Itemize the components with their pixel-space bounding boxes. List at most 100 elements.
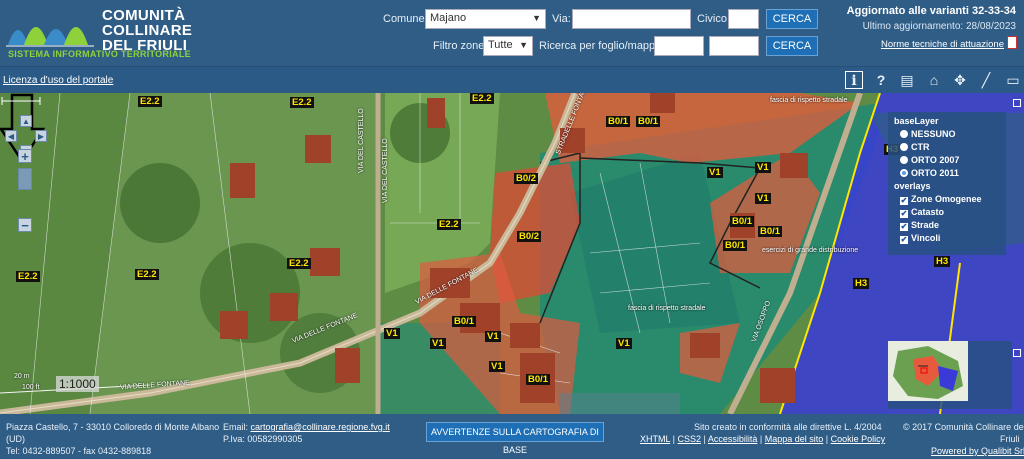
licenza-link[interactable]: Licenza d'uso del portale <box>3 75 113 86</box>
logo-icon <box>6 27 94 47</box>
overview-toggle[interactable] <box>1013 349 1021 357</box>
radio-selected-icon[interactable] <box>900 169 908 177</box>
radio-icon[interactable] <box>900 156 908 164</box>
filtro-select[interactable]: Tutte ▼ <box>483 36 533 56</box>
email-link[interactable]: cartografia@collinare.regione.fvg.it <box>251 422 390 432</box>
comune-value: Majano <box>430 12 467 24</box>
footer-address-province: (UD) <box>6 434 25 444</box>
zone-label: B0/1 <box>452 316 477 327</box>
zone-label: E2.2 <box>287 258 311 269</box>
zoom-slider[interactable] <box>18 168 32 190</box>
zone-label: H3 <box>934 256 951 267</box>
road-label: VIA DEL CASTELLO <box>382 138 389 203</box>
comune-select[interactable]: Majano ▼ <box>425 9 546 29</box>
cerca-mappale-button[interactable]: CERCA <box>766 36 818 56</box>
overlay-label: Strade <box>911 220 940 230</box>
zone-label: E2.2 <box>135 269 159 280</box>
base-layer-label: NESSUNO <box>911 129 956 139</box>
zone-label: B0/1 <box>758 226 783 237</box>
base-layer-title: baseLayer <box>894 116 939 126</box>
header: COMUNITÀ COLLINARE DEL FRIULI SISTEMA IN… <box>0 0 1024 66</box>
zoom-in-button[interactable]: + <box>18 149 32 163</box>
overlay-option[interactable]: ✔ Zone Omogenee <box>894 193 1000 206</box>
footer-phone: Tel: 0432-889507 - fax 0432-889818 <box>6 446 152 456</box>
zone-label: V1 <box>755 162 771 173</box>
pan-icon[interactable]: ✥ <box>951 71 969 89</box>
info-icon[interactable]: i <box>845 71 863 89</box>
scale-ratio: 1:1000 <box>56 376 99 392</box>
powered-link[interactable]: Powered by Qualibit Srl <box>931 446 1024 456</box>
print-icon[interactable]: ▤ <box>898 71 916 89</box>
update-date: Ultimo aggiornamento: 28/08/2023 <box>862 21 1016 32</box>
footer-address: Piazza Castello, 7 - 33010 Colloredo di … <box>6 422 220 432</box>
norme-link[interactable]: Norme tecniche di attuazione <box>881 39 1004 50</box>
via-input[interactable] <box>572 9 691 29</box>
avvertenze-button[interactable]: AVVERTENZE SULLA CARTOGRAFIA DI BASE <box>426 422 604 455</box>
logo[interactable]: COMUNITÀ COLLINARE DEL FRIULI SISTEMA IN… <box>6 5 192 61</box>
via-label: Via: <box>552 13 571 25</box>
radio-icon[interactable] <box>900 143 908 151</box>
chevron-down-icon: ▼ <box>532 13 541 23</box>
clear-icon[interactable]: ▭ <box>1004 71 1022 89</box>
pan-left-icon[interactable]: ◀ <box>5 130 17 142</box>
comune-label: Comune: <box>383 13 428 25</box>
overlay-option[interactable]: ✔ Catasto <box>894 206 1000 219</box>
scale-feet: 100 ft <box>22 384 40 391</box>
home-icon[interactable]: ⌂ <box>925 71 943 89</box>
help-icon[interactable]: ? <box>872 71 890 89</box>
checkbox-checked-icon[interactable]: ✔ <box>900 197 908 205</box>
css2-link[interactable]: CSS2 <box>678 434 702 444</box>
pdf-icon[interactable] <box>1007 36 1017 49</box>
base-layer-option[interactable]: ORTO 2011 <box>894 167 1000 180</box>
base-layer-option[interactable]: CTR <box>894 141 1000 154</box>
zone-label: H3 <box>853 278 870 289</box>
overlay-option[interactable]: ✔ Vincoli <box>894 232 1000 245</box>
road-label: VIA DEL CASTELLO <box>358 108 365 173</box>
radio-icon[interactable] <box>900 130 908 138</box>
overview-map[interactable] <box>888 341 1012 409</box>
checkbox-checked-icon[interactable]: ✔ <box>900 236 908 244</box>
zone-label: E2.2 <box>138 96 162 107</box>
measure-icon[interactable]: ╱ <box>977 71 995 89</box>
zone-label: B0/2 <box>514 173 539 184</box>
footer-copyright-friuli: Friuli <box>1000 434 1020 444</box>
zone-label: V1 <box>616 338 632 349</box>
logo-title-line2: COLLINARE <box>102 22 193 39</box>
pan-right-icon[interactable]: ▶ <box>35 130 47 142</box>
zone-label: B0/1 <box>636 116 661 127</box>
footer-links: XHTML | CSS2 | Accessibilità | Mappa del… <box>640 434 886 444</box>
logo-title: COMUNITÀ COLLINARE DEL FRIULI <box>102 8 192 53</box>
checkbox-checked-icon[interactable]: ✔ <box>900 210 908 218</box>
base-layer-option[interactable]: NESSUNO <box>894 128 1000 141</box>
cerca-indirizzo-button[interactable]: CERCA <box>766 9 818 29</box>
mappa-sito-link[interactable]: Mappa del sito <box>765 434 824 444</box>
email-label: Email: <box>223 422 249 432</box>
zone-label: V1 <box>384 328 400 339</box>
ricerca-label: Ricerca per foglio/mappale <box>539 40 670 52</box>
layer-switcher-toggle[interactable] <box>1013 99 1021 107</box>
xhtml-link[interactable]: XHTML <box>640 434 670 444</box>
base-layer-option[interactable]: ORTO 2007 <box>894 154 1000 167</box>
checkbox-checked-icon[interactable]: ✔ <box>900 223 908 231</box>
base-layer-label: ORTO 2011 <box>911 168 959 178</box>
overlay-option[interactable]: ✔ Strade <box>894 219 1000 232</box>
zone-label: B0/1 <box>730 216 755 227</box>
zone-label: B0/1 <box>606 116 631 127</box>
civico-input[interactable] <box>728 9 759 29</box>
mappale-input[interactable] <box>709 36 759 56</box>
road-label: esercizi di grande distribuzione <box>762 247 859 254</box>
chevron-down-icon: ▼ <box>519 40 528 50</box>
road-label: fascia di rispetto stradale <box>770 97 848 104</box>
cookie-policy-link[interactable]: Cookie Policy <box>831 434 886 444</box>
zone-label: V1 <box>489 361 505 372</box>
pan-up-icon[interactable]: ▲ <box>20 115 32 127</box>
road-label: fascia di rispetto stradale <box>628 305 706 312</box>
foglio-input[interactable] <box>654 36 704 56</box>
map-viewport[interactable]: E2.2 E2.2 E2.2 E2.2 E2.2 E2.2 E2.2 B0/1 … <box>0 93 1024 414</box>
zone-label: V1 <box>755 193 771 204</box>
overlays-title: overlays <box>894 181 931 191</box>
accessibilita-link[interactable]: Accessibilità <box>708 434 758 444</box>
zone-label: B0/2 <box>517 231 542 242</box>
logo-subtitle: SISTEMA INFORMATIVO TERRITORIALE <box>8 49 191 59</box>
zoom-out-button[interactable]: − <box>18 218 32 232</box>
